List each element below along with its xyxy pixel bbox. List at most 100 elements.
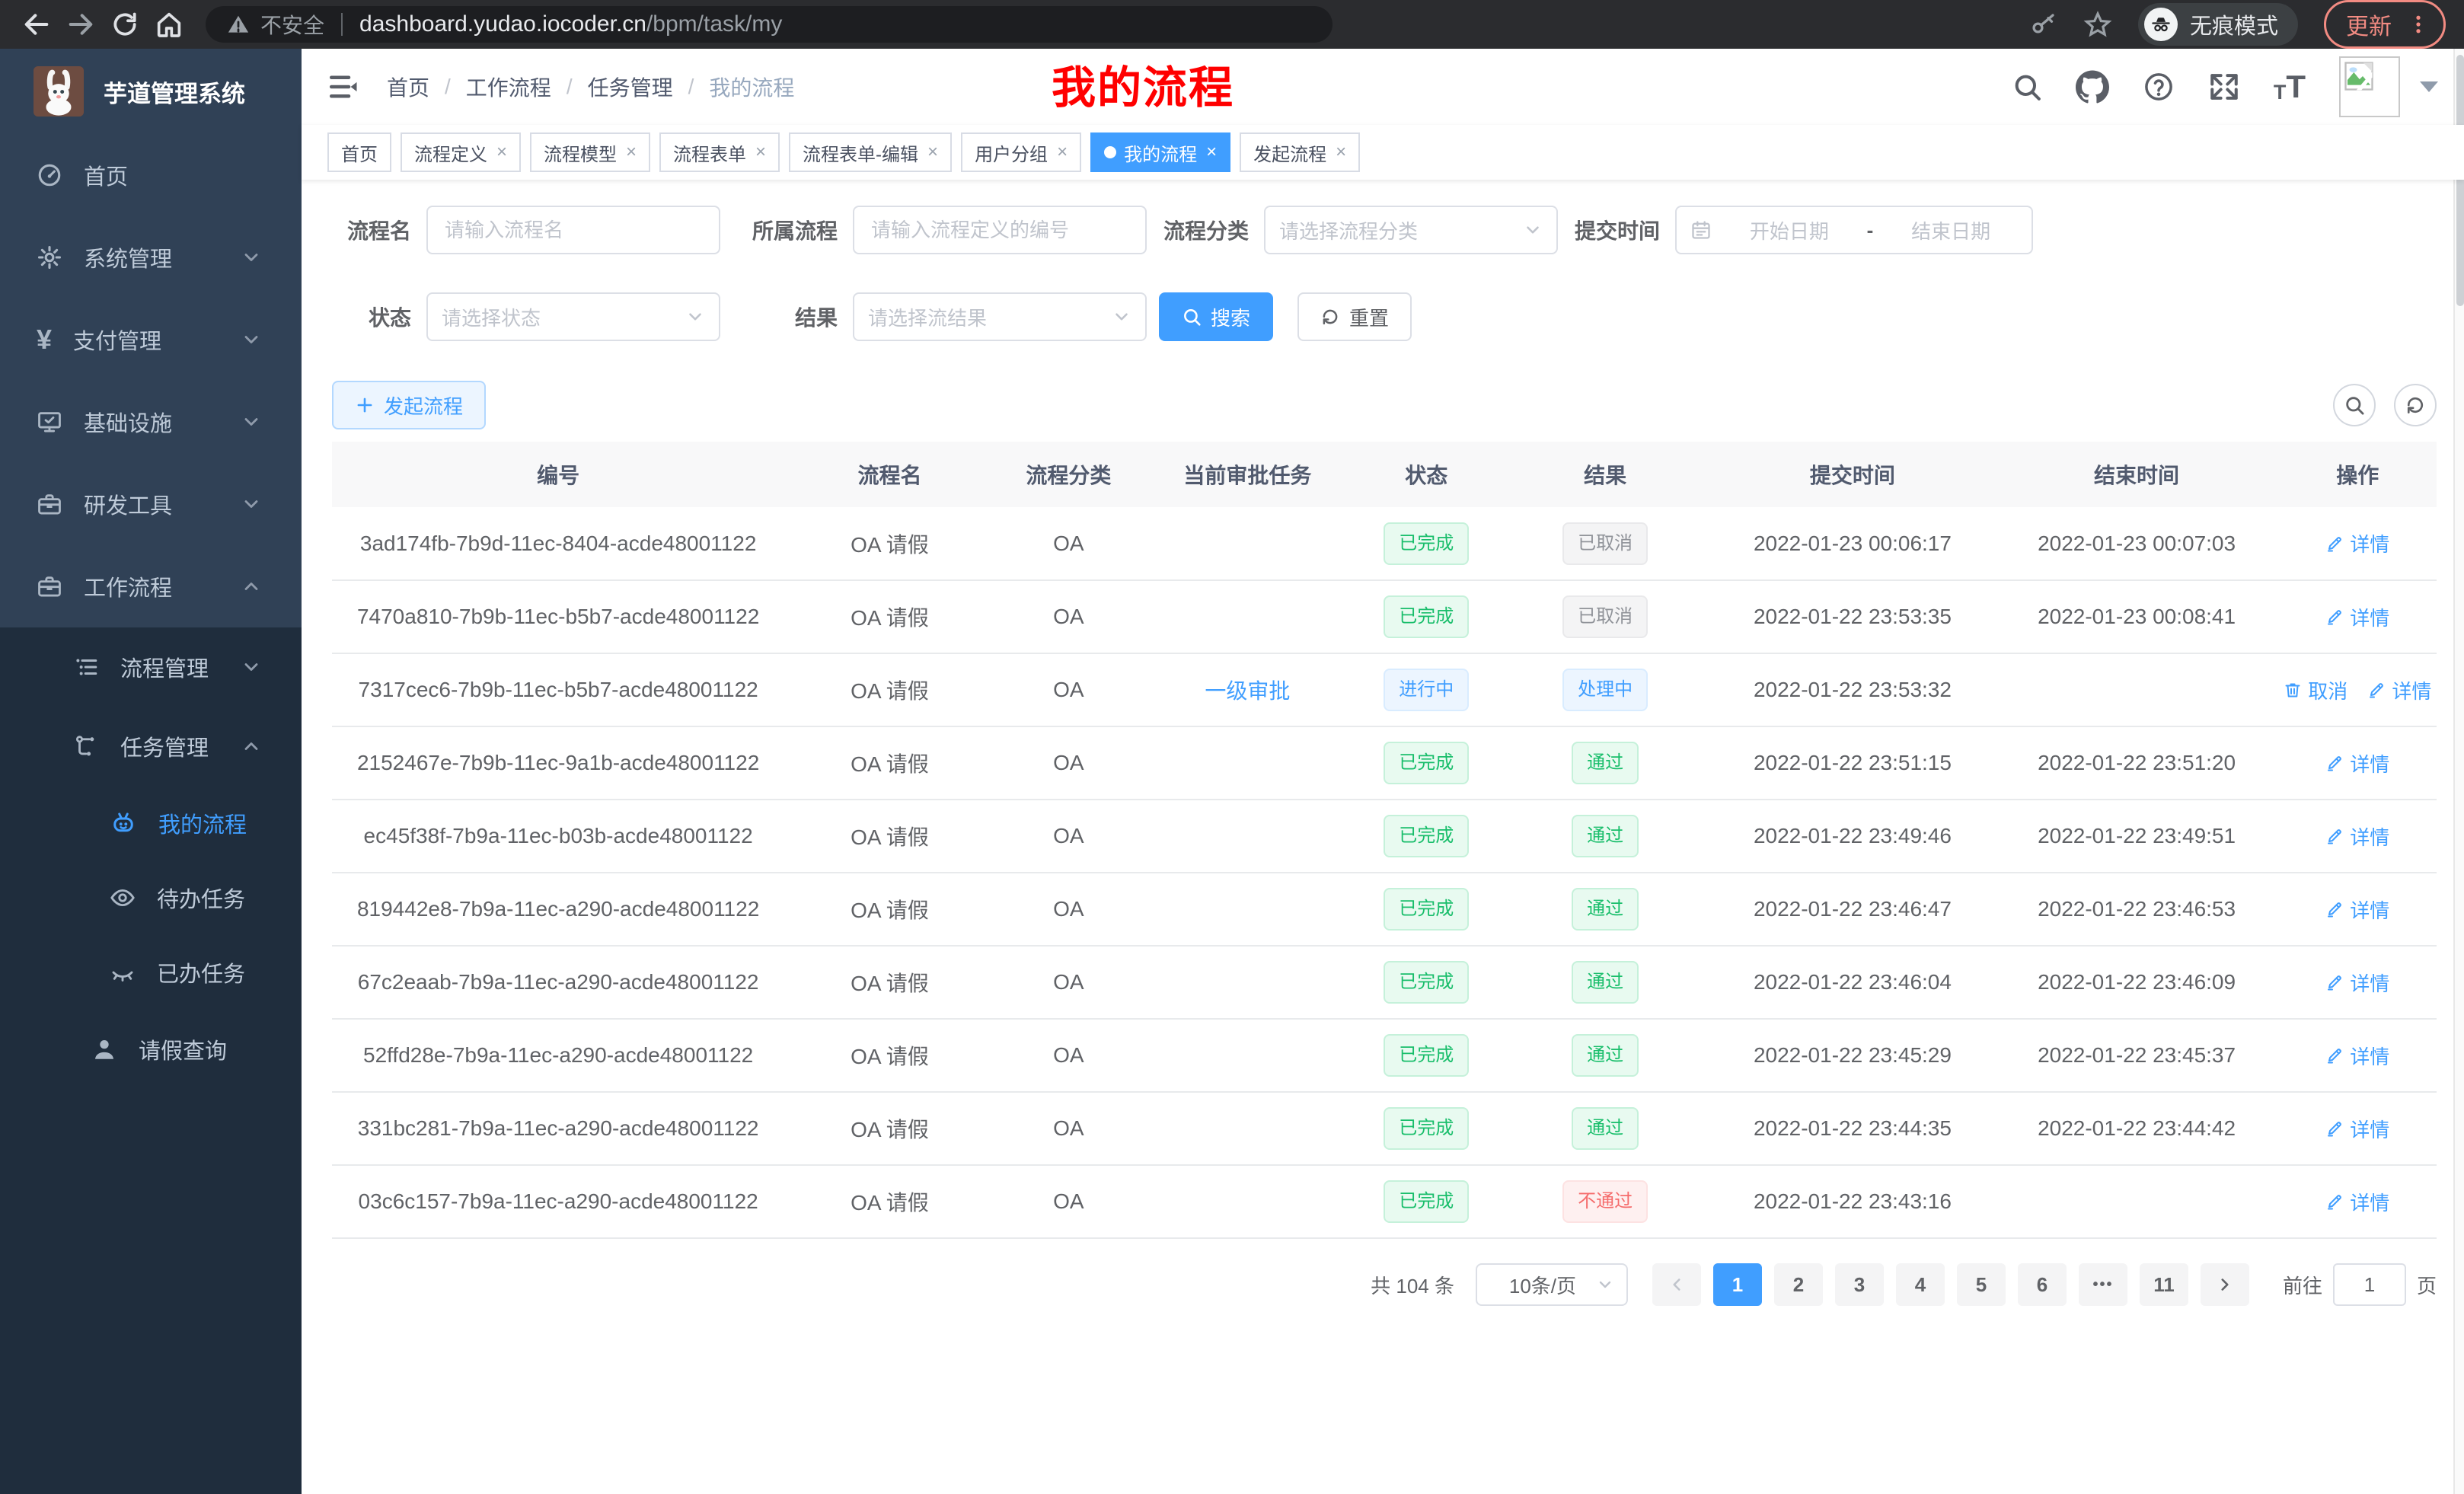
browser-forward-button[interactable] [62,6,99,43]
sidebar-item-workflow[interactable]: 工作流程 [0,545,302,627]
bookmark-star-icon[interactable] [2083,10,2112,39]
sidebar-item-home[interactable]: 首页 [0,134,302,216]
scrollbar-thumb[interactable] [2456,55,2464,306]
page-button-6[interactable]: 6 [2018,1263,2067,1306]
page-button-1[interactable]: 1 [1713,1263,1762,1306]
sidebar-item-todo-tasks[interactable]: 待办任务 [0,860,302,935]
close-icon[interactable]: × [755,142,766,163]
process-category-select[interactable]: 请选择流程分类 [1264,206,1558,254]
app-logo[interactable]: 芋道管理系统 [0,49,302,134]
address-bar[interactable]: 不安全 dashboard.yudao.iocoder.cn/bpm/task/… [206,6,1333,43]
next-page-button[interactable] [2201,1263,2249,1306]
status-badge: 进行中 [1384,669,1469,711]
current-task-link[interactable]: 一级审批 [1205,679,1290,703]
detail-link[interactable]: 详情 [2367,676,2431,704]
browser-update-button[interactable]: 更新 [2324,0,2446,49]
tab-process-form-edit[interactable]: 流程表单-编辑× [789,132,952,172]
sidebar-item-task-management[interactable]: 任务管理 [0,707,302,786]
detail-link[interactable]: 详情 [2325,1042,2389,1070]
result-select[interactable]: 请选择流结果 [853,292,1147,341]
cell-id: 03c6c157-7b9a-11ec-a290-acde48001122 [332,1165,784,1238]
cell-actions: 详情 [2279,726,2437,800]
window-scrollbar[interactable] [2453,49,2464,1494]
browser-reload-button[interactable] [107,6,143,43]
cell-end-time: 2022-01-23 00:07:03 [1995,507,2279,580]
sidebar-item-infrastructure[interactable]: 基础设施 [0,381,302,463]
sidebar-item-payment[interactable]: ¥ 支付管理 [0,298,302,381]
result-badge: 通过 [1572,1107,1639,1150]
close-icon[interactable]: × [1206,142,1217,163]
start-process-button[interactable]: 发起流程 [332,381,486,429]
sidebar-item-done-tasks[interactable]: 已办任务 [0,935,302,1010]
sidebar-item-devtools[interactable]: 研发工具 [0,463,302,545]
reset-button[interactable]: 重置 [1297,292,1412,341]
avatar[interactable] [2339,56,2400,117]
tab-label: 我的流程 [1124,139,1197,166]
cell-task [1142,580,1352,653]
detail-link[interactable]: 详情 [2325,529,2389,557]
page-button-11[interactable]: 11 [2140,1263,2188,1306]
close-icon[interactable]: × [626,142,637,163]
tab-start-process[interactable]: 发起流程× [1240,132,1360,172]
tab-label: 流程表单 [673,139,746,166]
detail-link[interactable]: 详情 [2325,822,2389,851]
close-icon[interactable]: × [927,142,938,163]
avatar-caret-icon[interactable] [2420,81,2438,92]
breadcrumb-task-management[interactable]: 任务管理 [588,72,673,102]
page-size-select[interactable]: 10条/页 [1476,1263,1628,1306]
close-icon[interactable]: × [1057,142,1068,163]
submit-time-range-picker[interactable]: 开始日期 - 结束日期 [1675,206,2033,254]
jump-page-input[interactable] [2333,1263,2406,1306]
browser-home-button[interactable] [151,6,187,43]
status-select[interactable]: 请选择状态 [426,292,720,341]
detail-link[interactable]: 详情 [2325,749,2389,777]
breadcrumb-workflow[interactable]: 工作流程 [466,72,551,102]
page-button-2[interactable]: 2 [1774,1263,1823,1306]
page-button-3[interactable]: 3 [1835,1263,1884,1306]
browser-back-button[interactable] [18,6,55,43]
detail-link[interactable]: 详情 [2325,603,2389,631]
page-button-5[interactable]: 5 [1957,1263,2006,1306]
sidebar-item-process-management[interactable]: 流程管理 [0,627,302,707]
chevron-down-icon [241,656,262,678]
tab-process-definition[interactable]: 流程定义× [401,132,521,172]
sidebar-item-my-processes[interactable]: 我的流程 [0,786,302,860]
kebab-menu-icon[interactable] [2407,13,2430,36]
sidebar-item-leave-query[interactable]: 请假查询 [0,1010,302,1089]
hamburger-icon[interactable] [327,71,359,103]
close-icon[interactable]: × [496,142,507,163]
cell-name: OA 请假 [784,1092,994,1165]
github-icon[interactable] [2076,70,2109,104]
tab-process-model[interactable]: 流程模型× [530,132,650,172]
sidebar-item-system[interactable]: 系统管理 [0,216,302,298]
header-search-icon[interactable] [2012,72,2042,102]
password-key-icon[interactable] [2030,11,2057,38]
tab-my-processes[interactable]: 我的流程 × [1090,132,1230,172]
page-content: 流程名 所属流程 流程分类 请选择流程分类 [302,180,2464,1342]
detail-link[interactable]: 详情 [2325,1188,2389,1216]
app-body: 芋道管理系统 首页 系统管理 ¥ 支付管理 基础设施 [0,49,2464,1494]
fullscreen-icon[interactable] [2208,71,2240,103]
font-size-icon[interactable]: TT [2274,71,2306,103]
close-icon[interactable]: × [1336,142,1346,163]
refresh-table-icon-button[interactable] [2394,384,2437,426]
browser-actions: 无痕模式 更新 [2030,0,2446,49]
tab-user-group[interactable]: 用户分组× [961,132,1081,172]
breadcrumb-home[interactable]: 首页 [387,72,429,102]
detail-link[interactable]: 详情 [2325,895,2389,924]
tab-process-form[interactable]: 流程表单 × [659,132,780,172]
tab-home[interactable]: 首页 [327,132,391,172]
page-button-4[interactable]: 4 [1896,1263,1945,1306]
page-more-button[interactable]: ••• [2079,1263,2127,1306]
cancel-link[interactable]: 取消 [2284,676,2348,704]
show-search-icon-button[interactable] [2333,384,2376,426]
help-icon[interactable] [2143,71,2175,103]
user-icon [91,1036,117,1062]
search-button[interactable]: 搜索 [1159,292,1273,341]
result-badge: 通过 [1572,1034,1639,1077]
detail-link[interactable]: 详情 [2325,969,2389,997]
prev-page-button[interactable] [1652,1263,1701,1306]
process-definition-input[interactable] [853,206,1147,254]
process-name-input[interactable] [426,206,720,254]
detail-link[interactable]: 详情 [2325,1115,2389,1143]
